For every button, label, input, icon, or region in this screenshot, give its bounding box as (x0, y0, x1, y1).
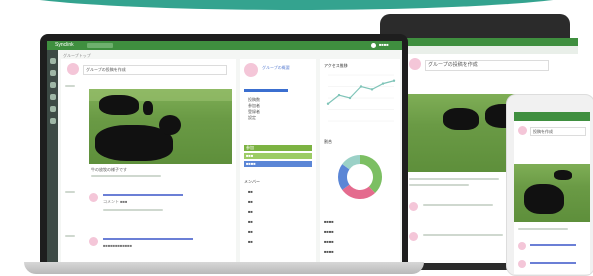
phone-post-input[interactable]: 投稿を作成 (530, 127, 586, 136)
member-item[interactable]: ■■ (248, 239, 253, 244)
donut-chart (338, 155, 382, 199)
cow-image (143, 101, 153, 115)
stat-item: ■■■■ (324, 219, 334, 224)
list-item (423, 204, 493, 206)
phone-screen: 投稿を作成 (514, 112, 590, 274)
phone-header (514, 112, 590, 121)
cow-image (99, 95, 139, 115)
action-button[interactable]: ■■■■ (244, 161, 312, 167)
post-meta (65, 191, 75, 193)
avatar (518, 242, 526, 250)
data-point (337, 93, 341, 97)
avatar (518, 126, 527, 135)
menu-item[interactable]: 設定 (248, 115, 256, 121)
post-actions[interactable] (91, 175, 161, 177)
series-line (327, 80, 395, 105)
post-caption: 牛の放牧の様子です (91, 167, 127, 172)
stats-column: アクセス推移 割合 ■■■■ ■■■■ ■■■■ ■■■■ (320, 59, 400, 264)
post-photo[interactable] (89, 89, 232, 164)
member-item[interactable]: ■■ (248, 199, 253, 204)
data-point (326, 102, 330, 105)
data-point (381, 82, 385, 85)
progress-bar (244, 89, 288, 92)
stat-item: ■■■■ (324, 229, 334, 234)
post-meta (65, 85, 75, 87)
user-icon[interactable] (371, 43, 376, 48)
cow-image (443, 108, 479, 130)
stat-item: ■■■■ (324, 239, 334, 244)
tablet-header (403, 38, 578, 46)
app-header: Synclink ■■■■ (47, 41, 402, 50)
phone-post-photo[interactable] (514, 164, 590, 222)
list-item (423, 234, 503, 236)
avatar (89, 237, 98, 246)
cow-image (524, 184, 564, 214)
group-description[interactable]: グループの概要 (262, 65, 312, 71)
comment-text: コメント ■■■ (103, 199, 128, 204)
list-item (518, 228, 568, 230)
home-icon[interactable] (50, 58, 56, 64)
file-icon[interactable] (50, 106, 56, 112)
side-nav (47, 50, 58, 264)
comment-link[interactable] (530, 262, 576, 264)
list-item (409, 178, 499, 180)
search-input[interactable] (87, 43, 113, 48)
post-input[interactable]: グループの投稿を作成 (83, 65, 227, 75)
donut-title: 割合 (324, 139, 332, 144)
section-title: メンバー (244, 179, 260, 184)
action-button[interactable]: ■■■ (244, 153, 312, 159)
tablet-post-input[interactable]: グループの投稿を作成 (425, 60, 549, 71)
stat-item: ■■■■ (324, 249, 334, 254)
top-brand-arc (0, 0, 593, 10)
member-item[interactable]: ■■ (248, 229, 253, 234)
feed-column: グループの投稿を作成 牛の放牧の様子です コメント ■■■ ■■■■■■■■■■… (61, 59, 236, 264)
list-item (409, 184, 469, 186)
donut-slice (360, 155, 382, 194)
line-chart (326, 74, 396, 122)
cow-head-image (159, 115, 181, 135)
data-point (370, 88, 374, 91)
avatar (67, 63, 79, 75)
join-button[interactable]: 参加 (244, 145, 312, 151)
cow-image (554, 170, 572, 180)
data-point (359, 85, 363, 88)
data-point (392, 79, 396, 82)
tablet-toolbar (403, 46, 578, 54)
avatar (409, 232, 418, 241)
header-user[interactable]: ■■■■ (379, 42, 389, 47)
member-item[interactable]: ■■ (248, 219, 253, 224)
comment-actions[interactable] (103, 209, 163, 211)
gear-icon[interactable] (50, 118, 56, 124)
laptop-base (24, 262, 424, 274)
comment-text: ■■■■■■■■■■■■ (103, 243, 132, 248)
group-info-panel: グループの概要 投稿数 参加者 登録者 設定 参加 ■■■ ■■■■ メンバー … (240, 59, 316, 264)
comment-link[interactable] (530, 244, 576, 246)
comment-link[interactable] (103, 194, 183, 196)
comment-link[interactable] (103, 238, 193, 240)
laptop-screen: Synclink ■■■■ グループトップ グループの投稿を作成 牛の放牧の様子… (47, 41, 402, 264)
avatar (409, 202, 418, 211)
member-item[interactable]: ■■ (248, 189, 253, 194)
message-icon[interactable] (50, 82, 56, 88)
avatar (89, 193, 98, 202)
group-icon[interactable] (50, 70, 56, 76)
avatar (518, 260, 526, 268)
post-meta (65, 235, 75, 237)
data-point (348, 96, 352, 100)
app-title: Synclink (55, 42, 74, 48)
member-item[interactable]: ■■ (248, 209, 253, 214)
calendar-icon[interactable] (50, 94, 56, 100)
group-avatar (244, 63, 258, 77)
avatar (409, 58, 421, 70)
